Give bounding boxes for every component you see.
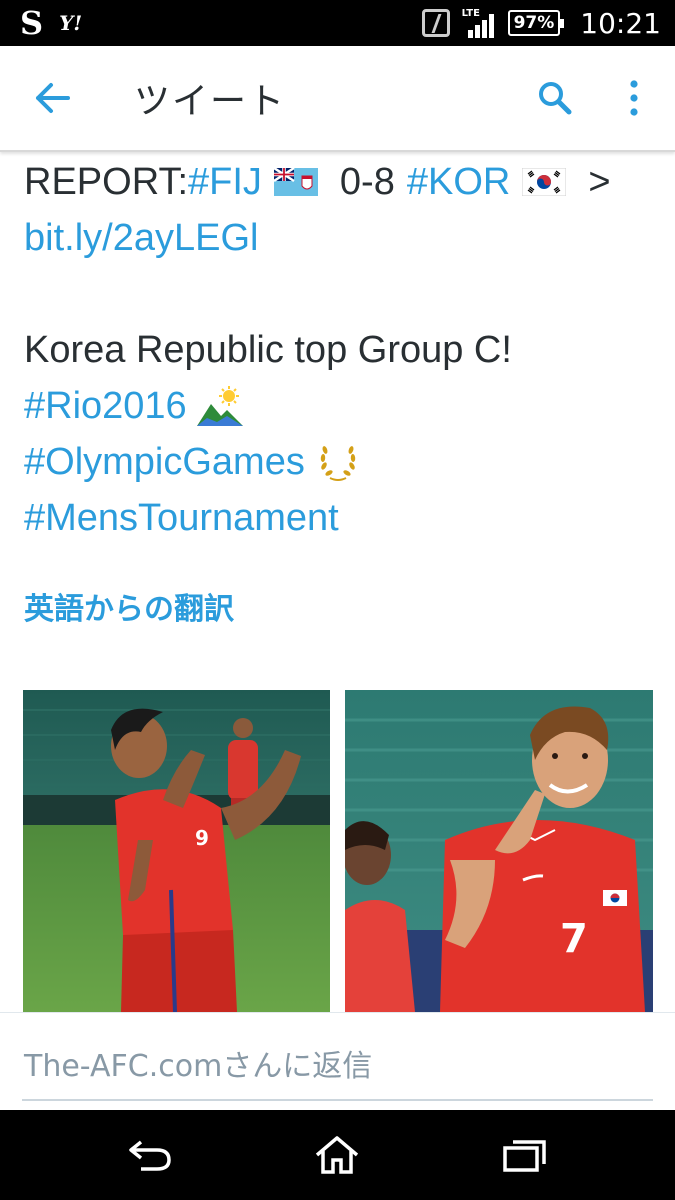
fiji-flag-icon bbox=[273, 168, 318, 196]
more-vertical-icon bbox=[630, 80, 638, 116]
tweet-line: bit.ly/2ayLEGl bbox=[24, 210, 664, 266]
nfc-icon bbox=[421, 9, 450, 37]
match-score: 0-8 bbox=[339, 161, 395, 203]
tweet-report-prefix: REPORT: bbox=[24, 161, 189, 203]
smiling-player-image: 7 bbox=[345, 690, 653, 1012]
translate-link[interactable]: 英語からの翻訳 bbox=[24, 584, 234, 628]
reply-underline bbox=[22, 1099, 653, 1101]
reply-input[interactable]: The-AFC.comさんに返信 bbox=[24, 1041, 372, 1085]
tweet-link[interactable]: bit.ly/2ayLEGl bbox=[24, 210, 258, 266]
back-arrow-icon bbox=[129, 1140, 171, 1171]
signal-icon: LTE bbox=[462, 8, 496, 38]
hashtag-rio2016[interactable]: #Rio2016 bbox=[24, 378, 187, 434]
tweet-line: #OlympicGames bbox=[24, 434, 664, 490]
recent-apps-icon bbox=[503, 1140, 546, 1172]
nav-recents-button[interactable] bbox=[495, 1130, 555, 1180]
hashtag-menstournament[interactable]: #MensTournament bbox=[24, 490, 339, 546]
hashtag-olympicgames[interactable]: #OlympicGames bbox=[24, 434, 305, 490]
tweet-text: REPORT: #FIJ 0-8 #KOR > bit.ly/2ayLEGl K… bbox=[24, 154, 664, 546]
system-nav-bar bbox=[0, 1110, 675, 1200]
app-header: ツイート bbox=[0, 46, 675, 152]
search-button[interactable] bbox=[525, 68, 585, 128]
back-button[interactable] bbox=[20, 65, 86, 131]
tweet-photo-2[interactable]: 7 bbox=[345, 690, 653, 1012]
tweet-line: Korea Republic top Group C! bbox=[24, 322, 664, 378]
clock: 10:21 bbox=[580, 6, 661, 40]
arrow-symbol: > bbox=[588, 161, 611, 203]
carrier-icon: S bbox=[20, 4, 44, 42]
mountain-sun-icon bbox=[196, 386, 243, 426]
arrow-left-icon bbox=[36, 83, 70, 113]
status-bar: S Y! LTE 97% 10:21 bbox=[0, 0, 675, 46]
tweet-line: #MensTournament bbox=[24, 490, 664, 546]
svg-text:7: 7 bbox=[560, 916, 588, 962]
yahoo-icon: Y! bbox=[59, 11, 83, 35]
svg-text:9: 9 bbox=[195, 826, 209, 850]
celebrating-player-image: 9 bbox=[23, 690, 330, 1012]
search-icon bbox=[539, 82, 572, 115]
reply-bar: The-AFC.comさんに返信 bbox=[0, 1012, 675, 1110]
hashtag-kor[interactable]: #KOR bbox=[407, 154, 510, 210]
nav-back-button[interactable] bbox=[120, 1130, 180, 1180]
korea-flag-icon bbox=[522, 168, 567, 196]
tweet-photo-1[interactable]: 9 bbox=[23, 690, 330, 1012]
tweet-headline: Korea Republic top Group C! bbox=[24, 329, 512, 371]
tweet-line: REPORT: #FIJ 0-8 #KOR > bbox=[24, 154, 664, 210]
hashtag-fij[interactable]: #FIJ bbox=[188, 154, 262, 210]
page-title: ツイート bbox=[134, 81, 287, 122]
laurel-wreath-icon bbox=[320, 446, 356, 481]
battery-indicator: 97% bbox=[507, 10, 564, 36]
more-options-button[interactable] bbox=[619, 68, 649, 128]
tweet-line: #Rio2016 bbox=[24, 378, 664, 434]
nav-home-button[interactable] bbox=[307, 1130, 367, 1180]
home-icon bbox=[315, 1136, 359, 1174]
